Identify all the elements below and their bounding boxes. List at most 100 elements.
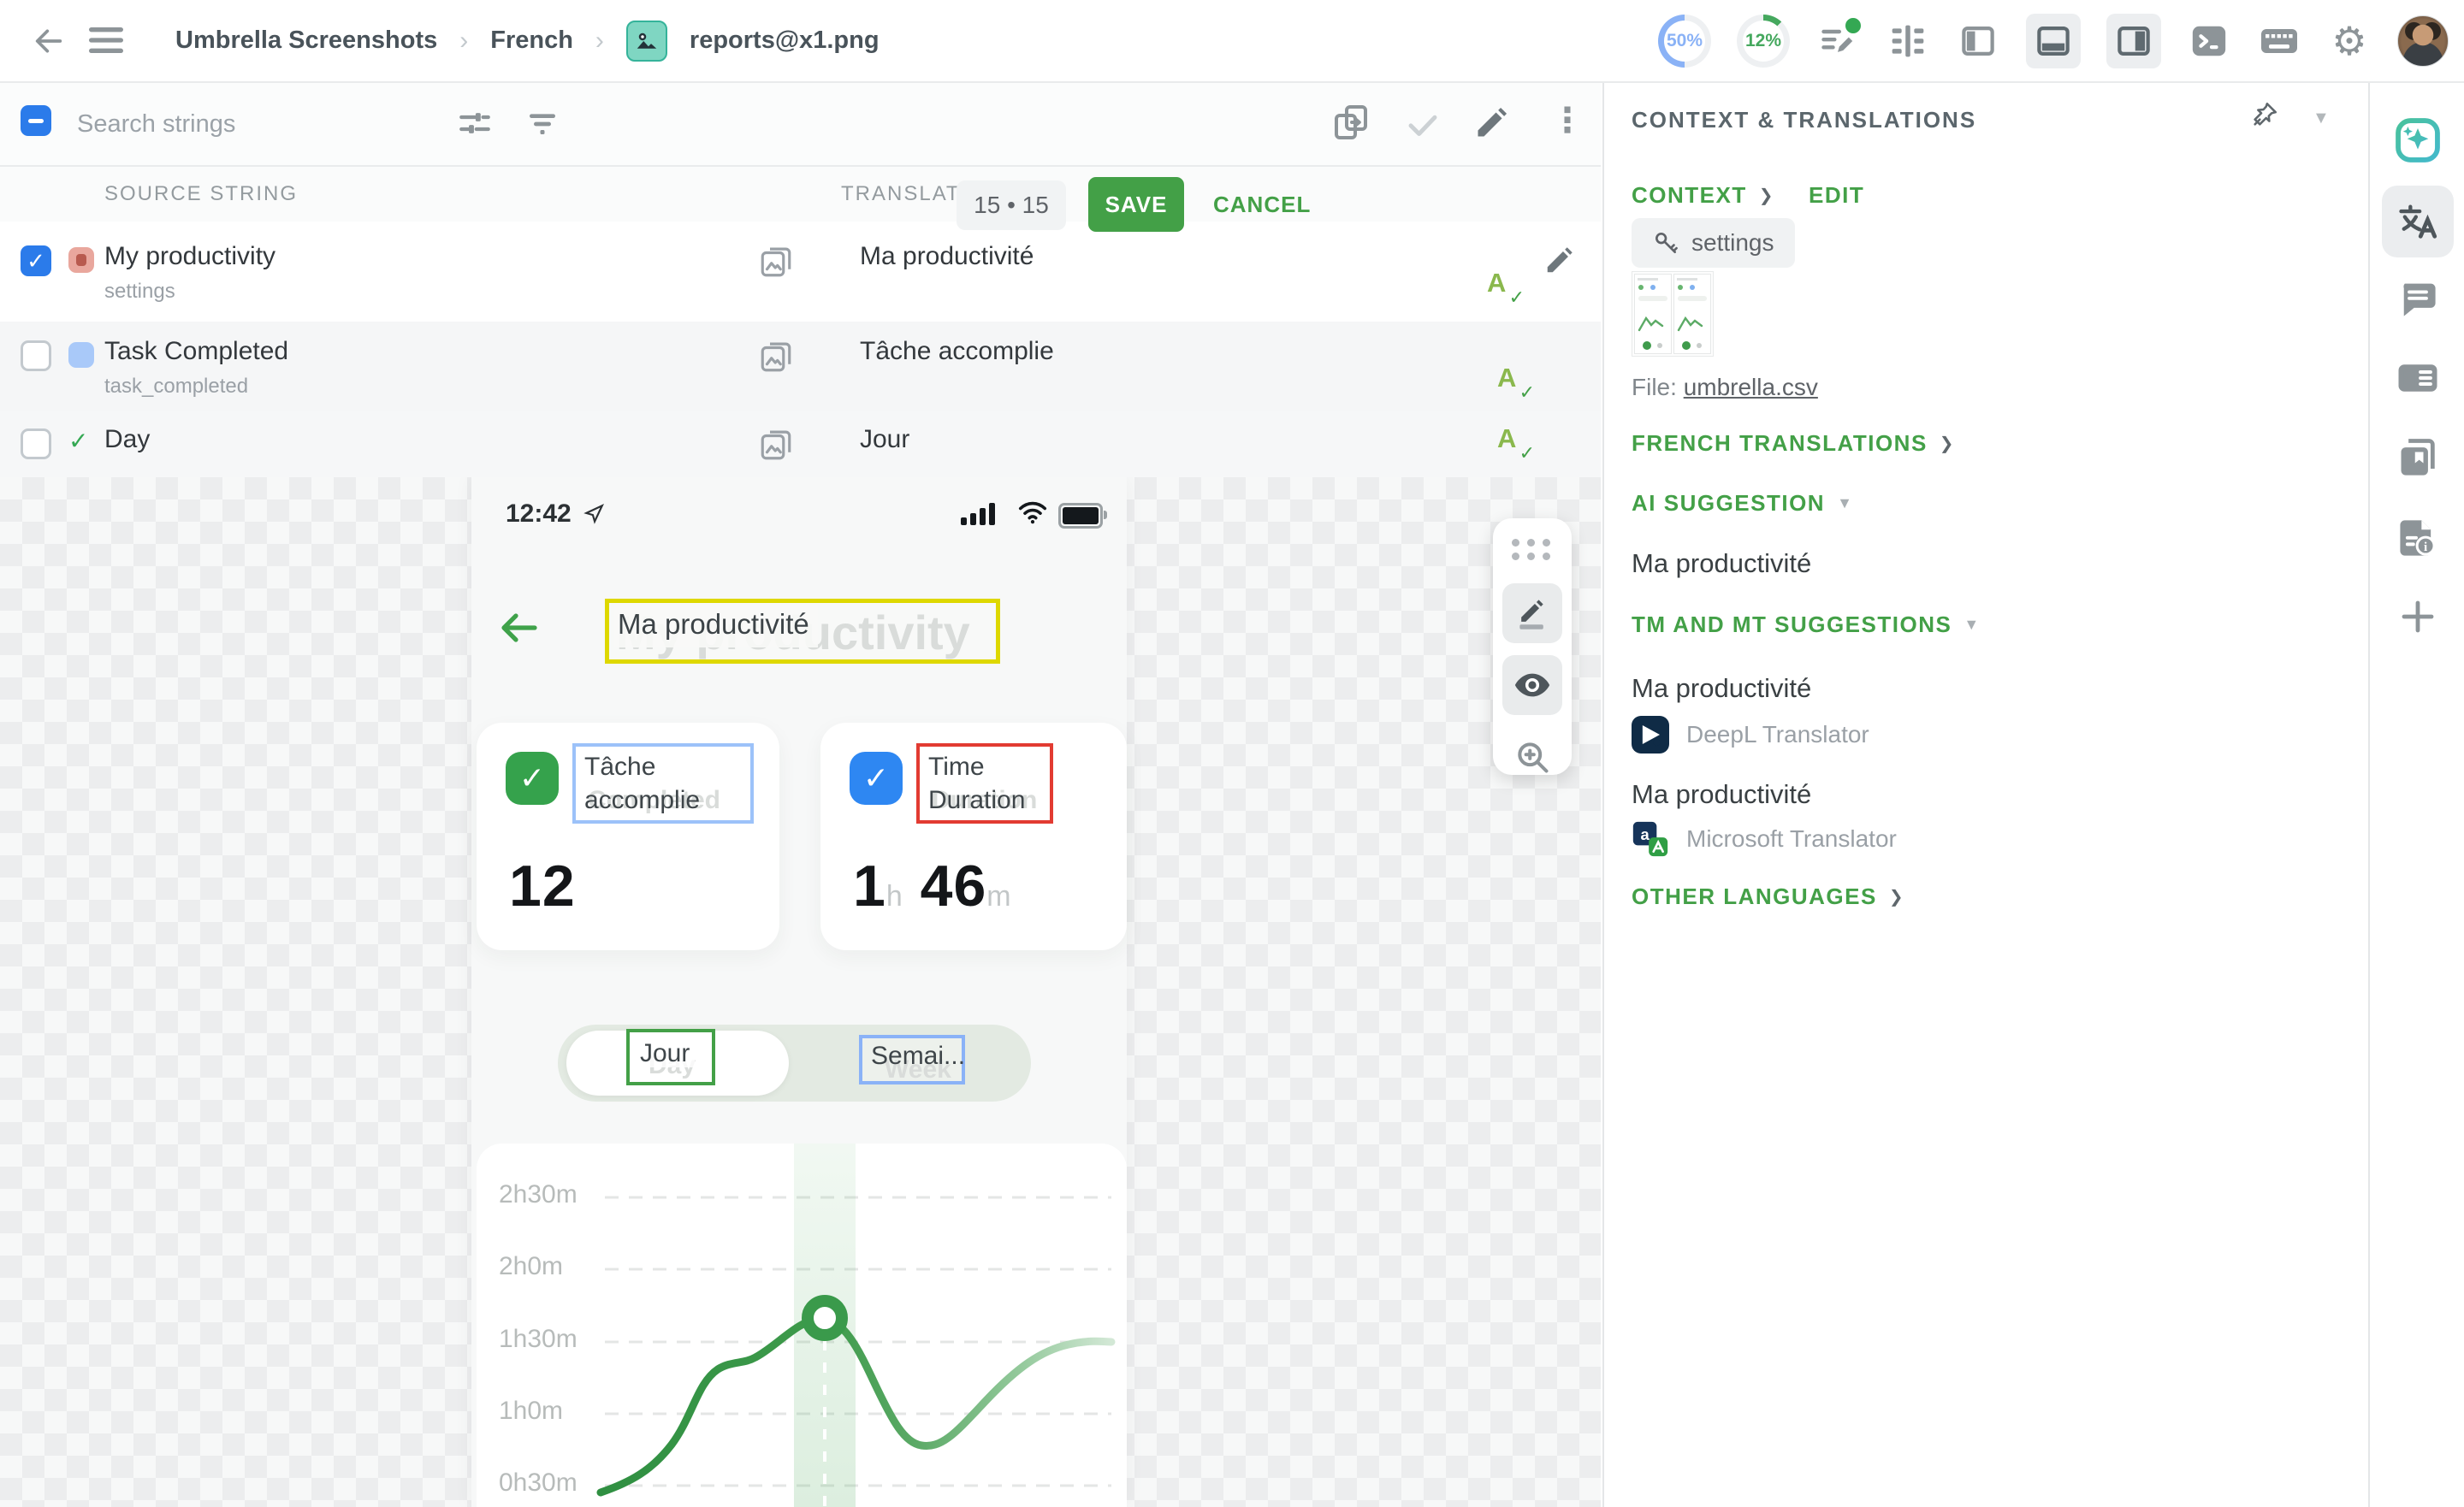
table-row[interactable]: Task Completed task_completed Tâche acco… [0,322,1601,413]
green-check-square-icon: ✓ [506,752,559,805]
y-tick-label: 2h0m [499,1252,563,1281]
card-label-highlight-box[interactable]: Duration Time Duration [916,743,1053,824]
title-highlight-box[interactable]: My productivity Ma productivité [605,599,1000,664]
annotate-pencil-button[interactable] [1502,583,1562,643]
drag-handle-icon[interactable] [1512,539,1553,560]
settings-gear-icon[interactable]: ⚙ [2327,19,2372,63]
cancel-button[interactable]: CANCEL [1208,177,1316,232]
translations-tab-icon[interactable] [2382,186,2454,257]
battery-icon [1058,503,1103,529]
user-avatar[interactable] [2397,15,2449,67]
translation-text[interactable]: Jour [860,425,909,454]
screenshot-stack-icon[interactable] [758,244,794,280]
table-row[interactable]: ✓ Day Jour A✓ [0,411,1601,477]
screenshot-preview-area: 12:42 My productivity Ma productivité [0,477,1601,1507]
breadcrumb-separator: › [459,27,468,56]
more-kebab-icon[interactable]: ⋮ [1550,103,1584,138]
breadcrumb-language[interactable]: French [490,27,573,55]
select-all-checkbox[interactable] [21,105,51,136]
visibility-eye-button[interactable] [1502,655,1562,715]
details-card-icon[interactable] [2395,355,2441,401]
strings-toolbar: 15 • 15 SAVE CANCEL ⋮ [0,81,1601,167]
duplicate-icon[interactable] [1331,102,1372,143]
translation-text[interactable]: Ma productivité [860,242,1034,271]
image-file-icon [626,21,667,62]
ai-assistant-icon[interactable] [2393,115,2443,165]
context-screenshot-thumbnail[interactable] [1632,271,1714,357]
progress-ring-green: 12% [1737,15,1790,68]
translation-text[interactable]: Tâche accomplie [860,337,1054,366]
screenshot-stack-icon[interactable] [758,427,794,463]
pin-icon[interactable] [2250,100,2279,129]
chevron-right-icon: ❯ [1889,886,1904,907]
y-tick-label: 1h30m [499,1325,578,1354]
string-key-chip[interactable]: settings [1632,218,1795,268]
screenshot-stack-icon[interactable] [758,339,794,375]
segmented-control: Day Jour Week Semai... [558,1025,1031,1102]
stat-card-duration: ✓ Duration Time Duration 1h 46m [820,723,1127,950]
zoom-in-magnifier-button[interactable] [1502,727,1562,787]
source-string: My productivity [104,242,275,271]
table-row[interactable]: ✓ My productivity settings Ma productivi… [0,222,1601,323]
back-arrow-icon[interactable] [31,24,67,58]
ai-suggestion-text[interactable]: Ma productivité [1632,548,1811,579]
svg-text:i: i [2424,540,2427,554]
chevron-right-icon: ❯ [1940,433,1955,454]
add-plus-icon[interactable] [2397,596,2438,637]
tasks-edit-icon[interactable] [1815,19,1860,63]
segment-day-highlight-box[interactable]: Day Jour [626,1029,715,1085]
row-checkbox[interactable] [21,428,51,459]
menu-hamburger-icon[interactable] [89,26,123,55]
autotranslate-check-icon[interactable]: A✓ [1497,363,1531,400]
layout-right-panel-icon[interactable] [2106,14,2161,68]
row-checkbox-checked[interactable]: ✓ [21,245,51,276]
tm-mt-suggestions-header[interactable]: TM AND MT SUGGESTIONS▼ [1632,612,1981,638]
keyboard-icon[interactable] [2257,19,2301,63]
tm-suggestion-text[interactable]: Ma productivité [1632,779,1811,810]
approve-check-icon[interactable] [1405,107,1441,143]
card-label-highlight-box[interactable]: Completed Tâche accomplie [572,743,754,824]
string-status-badge [68,342,94,368]
tm-suggestion-text[interactable]: Ma productivité [1632,673,1811,704]
ai-suggestion-header[interactable]: AI SUGGESTION▼ [1632,490,1853,517]
other-languages-header[interactable]: OTHER LANGUAGES❯ [1632,884,1904,910]
save-button[interactable]: SAVE [1088,177,1184,232]
breadcrumb-project[interactable]: Umbrella Screenshots [175,27,437,55]
productivity-chart-card: 2h30m 2h0m 1h30m 1h0m 0h30m [477,1144,1127,1507]
breadcrumb-file[interactable]: reports@x1.png [690,27,880,55]
edit-link[interactable]: EDIT [1809,182,1864,209]
table-view-icon[interactable] [1886,19,1930,63]
layout-left-panel-icon[interactable] [1956,19,2000,63]
layout-bottom-panel-icon[interactable] [2026,14,2081,68]
column-source-string: SOURCE STRING [104,182,298,206]
card-label-line2: Duration [928,783,1041,817]
french-translations-header[interactable]: FRENCH TRANSLATIONS❯ [1632,430,1955,457]
terminal-icon[interactable] [2187,19,2231,63]
provider-name: Microsoft Translator [1686,825,1897,853]
right-icon-sidebar: i [2368,81,2464,1507]
segment-translation: Jour [635,1039,695,1067]
row-edit-pencil-icon[interactable] [1543,244,1576,276]
segment-week-highlight-box[interactable]: Week Semai... [859,1035,965,1084]
documents-bookmark-icon[interactable] [2396,435,2440,480]
notification-dot [1843,15,1863,36]
file-info-icon[interactable]: i [2396,516,2440,560]
blue-check-square-icon: ✓ [850,752,903,805]
file-reference: File: umbrella.csv [1632,374,1818,401]
autotranslate-check-icon[interactable]: A✓ [1497,423,1531,461]
autotranslate-check-icon[interactable]: A✓ [1487,268,1521,305]
comments-icon[interactable] [2396,276,2440,321]
search-input[interactable] [75,100,387,148]
edit-pencil-icon[interactable] [1473,103,1511,141]
y-tick-label: 1h0m [499,1397,563,1426]
row-checkbox[interactable] [21,340,51,371]
progress-ring-blue: 50% [1658,15,1711,68]
deepl-icon [1632,716,1669,754]
context-section-header[interactable]: CONTEXT❯ EDIT [1632,182,1864,209]
filter-sort-icon[interactable] [525,107,560,141]
file-link[interactable]: umbrella.csv [1684,374,1818,400]
panel-collapse-chevron-icon[interactable]: ▼ [2313,109,2330,128]
svg-text:a: a [1640,825,1650,843]
tune-sliders-icon[interactable] [457,105,493,141]
y-tick-label: 0h30m [499,1469,578,1498]
